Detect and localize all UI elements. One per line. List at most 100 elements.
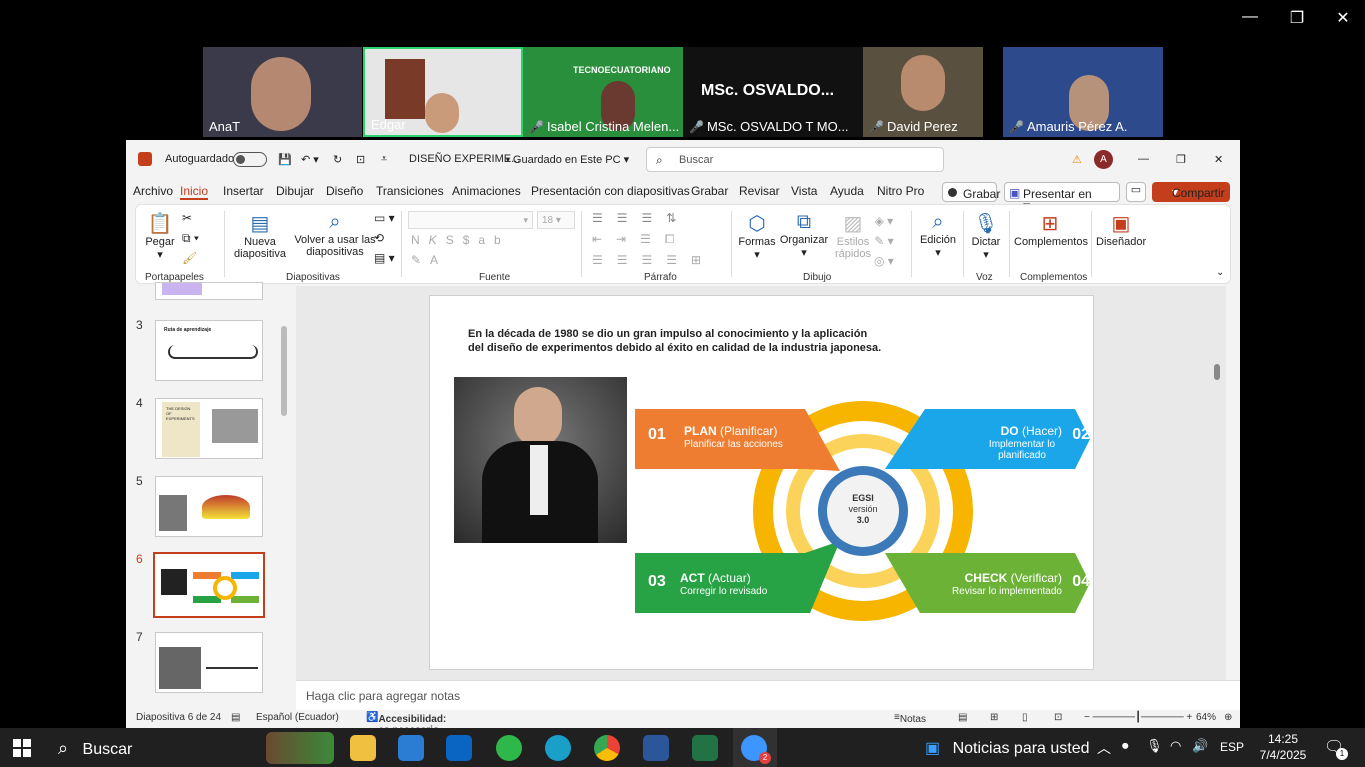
tab-diseno[interactable]: Diseño xyxy=(326,184,363,198)
slideshow-icon[interactable]: ⊡ xyxy=(1054,712,1062,723)
reset-icon[interactable]: ⟲ xyxy=(374,231,384,245)
comments-button[interactable]: ▭ xyxy=(1126,182,1146,202)
language-label[interactable]: Español (Ecuador) xyxy=(256,712,339,723)
close-button[interactable]: ✕ xyxy=(1323,8,1363,28)
list-icons[interactable]: ☰☰☰⇅ xyxy=(592,211,690,225)
thumbnail-scrollbar[interactable] xyxy=(281,326,287,416)
tab-ayuda[interactable]: Ayuda xyxy=(830,184,864,198)
start-button[interactable] xyxy=(13,739,31,757)
reuse-slides-button[interactable]: ⌕ Volver a usar las diapositivas xyxy=(294,211,376,258)
editing-button[interactable]: ⌕ Edición ▾ xyxy=(918,211,958,259)
tab-vista[interactable]: Vista xyxy=(791,184,817,198)
tab-nitro[interactable]: Nitro Pro xyxy=(877,184,924,198)
tab-archivo[interactable]: Archivo xyxy=(133,184,173,198)
clock[interactable]: 14:25 7/4/2025 xyxy=(1256,731,1310,763)
zoom-level[interactable]: 64% xyxy=(1196,712,1216,723)
canvas-scrollbar[interactable] xyxy=(1214,364,1220,380)
restore-icon[interactable]: ❐ xyxy=(1176,153,1186,166)
news-widget[interactable]: ▣ Noticias para usted xyxy=(925,738,1090,758)
edge-icon[interactable] xyxy=(545,735,571,761)
participant-tile[interactable]: MSc. OSVALDO... 🎤 MSc. OSVALDO T MO... xyxy=(683,47,863,137)
whatsapp-icon[interactable] xyxy=(496,735,522,761)
align-icons[interactable]: ☰☰☰☰⊞ xyxy=(592,253,715,267)
shapes-button[interactable]: ⬡ Formas ▾ xyxy=(737,211,777,261)
teams-button[interactable]: ▣Presentar en Teams xyxy=(1004,182,1120,215)
tab-revisar[interactable]: Revisar xyxy=(739,184,780,198)
font-family-select[interactable]: ▾ xyxy=(408,211,533,229)
notes-toggle[interactable]: ≡ Notas xyxy=(894,712,926,725)
user-avatar[interactable]: A xyxy=(1094,150,1113,169)
copy-icon[interactable]: ⧉ ▾ xyxy=(182,231,199,246)
tab-grabar[interactable]: Grabar xyxy=(691,184,728,198)
outlook-icon[interactable] xyxy=(446,735,472,761)
normal-view-icon[interactable]: ▤ xyxy=(958,712,967,723)
excel-icon[interactable] xyxy=(692,735,718,761)
cut-icon[interactable]: ✂ xyxy=(182,211,192,225)
reading-view-icon[interactable]: ▯ xyxy=(1022,712,1028,723)
participant-tile[interactable]: TECNOECUATORIANO 🎤 Isabel Cristina Melen.… xyxy=(523,47,683,137)
section-icon[interactable]: ▤ ▾ xyxy=(374,251,395,265)
participant-tile[interactable]: AnaT xyxy=(203,47,362,137)
word-icon[interactable] xyxy=(643,735,669,761)
store-icon[interactable] xyxy=(398,735,424,761)
present-icon[interactable]: ⊡ xyxy=(356,153,365,166)
language-indicator[interactable]: ESP xyxy=(1220,740,1244,754)
font-format-icons[interactable]: NKS$ab xyxy=(411,233,510,247)
camera-icon[interactable]: ⏺ xyxy=(1122,738,1129,754)
search-box[interactable]: ⌕ Buscar xyxy=(646,147,944,172)
tray-chevron-icon[interactable]: ︿ xyxy=(1097,738,1111,758)
save-status[interactable]: • Guardado en Este PC ▾ xyxy=(506,153,629,166)
close-icon[interactable]: ✕ xyxy=(1214,153,1223,166)
accessibility-status[interactable]: ♿ Accesibilidad: es necesario investigar xyxy=(366,712,446,747)
indent-icons[interactable]: ⇤⇥☰⧠ xyxy=(592,232,688,247)
quick-styles-button[interactable]: ▨ Estilos rápidos xyxy=(832,211,874,260)
tab-insertar[interactable]: Insertar xyxy=(223,184,264,198)
fit-slide-icon[interactable]: ⊕ xyxy=(1224,712,1232,723)
customize-icon[interactable]: ⩡ xyxy=(381,153,387,166)
notes-pane[interactable]: Haga clic para agregar notas xyxy=(296,680,1240,710)
shape-fill-icons[interactable]: ◈ ▾ ✎ ▾ ◎ ▾ xyxy=(874,211,894,271)
tab-animaciones[interactable]: Animaciones xyxy=(452,184,521,198)
paste-button[interactable]: 📋 Pegar ▾ xyxy=(142,211,178,261)
layout-icon[interactable]: ▭ ▾ xyxy=(374,211,395,225)
share-button[interactable]: Compartir ▾ xyxy=(1152,182,1230,202)
font-color-icons[interactable]: ✎A xyxy=(411,253,447,267)
redo-icon[interactable]: ↻ xyxy=(333,153,342,166)
participant-tile[interactable]: 🎤 David Perez xyxy=(863,47,983,137)
save-icon[interactable]: 💾 xyxy=(278,153,292,166)
file-explorer-icon[interactable] xyxy=(350,735,376,761)
wifi-icon[interactable]: ◠ xyxy=(1170,738,1181,754)
arrange-button[interactable]: ⧉ Organizar ▾ xyxy=(779,211,829,259)
tab-inicio[interactable]: Inicio xyxy=(180,184,209,200)
minimize-button[interactable]: — xyxy=(1230,8,1270,26)
slide-thumbnail-selected[interactable] xyxy=(153,552,265,618)
spellcheck-icon[interactable]: ▤ xyxy=(231,712,240,723)
restore-button[interactable]: ❐ xyxy=(1277,8,1317,28)
dictate-button[interactable]: 🎙 Dictar ▾ xyxy=(968,211,1004,261)
sorter-view-icon[interactable]: ⊞ xyxy=(990,712,998,723)
participant-tile[interactable]: 🎤 Amauris Pérez A. xyxy=(1003,47,1163,137)
participant-tile-active[interactable]: Edgar xyxy=(363,47,523,137)
autosave-toggle[interactable] xyxy=(233,152,267,167)
collapse-ribbon-icon[interactable]: ⌄ xyxy=(1216,267,1224,278)
file-name[interactable]: DISEÑO EXPERIME... xyxy=(409,153,520,165)
slide-thumbnail[interactable]: Ruta de aprendizaje xyxy=(155,320,263,381)
slide-thumbnail[interactable] xyxy=(155,632,263,693)
warning-icon[interactable]: ⚠ xyxy=(1072,153,1082,166)
addins-button[interactable]: ⊞ Complementos xyxy=(1014,211,1088,248)
font-size-select[interactable]: 18 ▾ xyxy=(537,211,575,229)
record-button[interactable]: Grabar xyxy=(942,182,1000,202)
tab-presentacion[interactable]: Presentación con diapositivas xyxy=(531,184,690,198)
undo-icon[interactable]: ↶ ▾ xyxy=(301,153,319,166)
new-slide-button[interactable]: ▤ Nueva diapositiva xyxy=(232,211,288,260)
slide-thumbnail[interactable] xyxy=(155,476,263,537)
designer-button[interactable]: ▣ Diseñador xyxy=(1096,211,1146,248)
volume-icon[interactable]: 🔊 xyxy=(1192,738,1208,754)
slide-thumbnail-partial[interactable] xyxy=(155,282,263,300)
tab-dibujar[interactable]: Dibujar xyxy=(276,184,314,198)
tab-transiciones[interactable]: Transiciones xyxy=(376,184,444,198)
format-painter-icon[interactable]: 🖌 xyxy=(182,251,197,265)
microphone-icon[interactable]: 🎙 xyxy=(1146,738,1163,754)
minimize-icon[interactable]: — xyxy=(1138,153,1149,165)
zoom-slider[interactable]: − ──────┃────── + xyxy=(1084,712,1192,723)
